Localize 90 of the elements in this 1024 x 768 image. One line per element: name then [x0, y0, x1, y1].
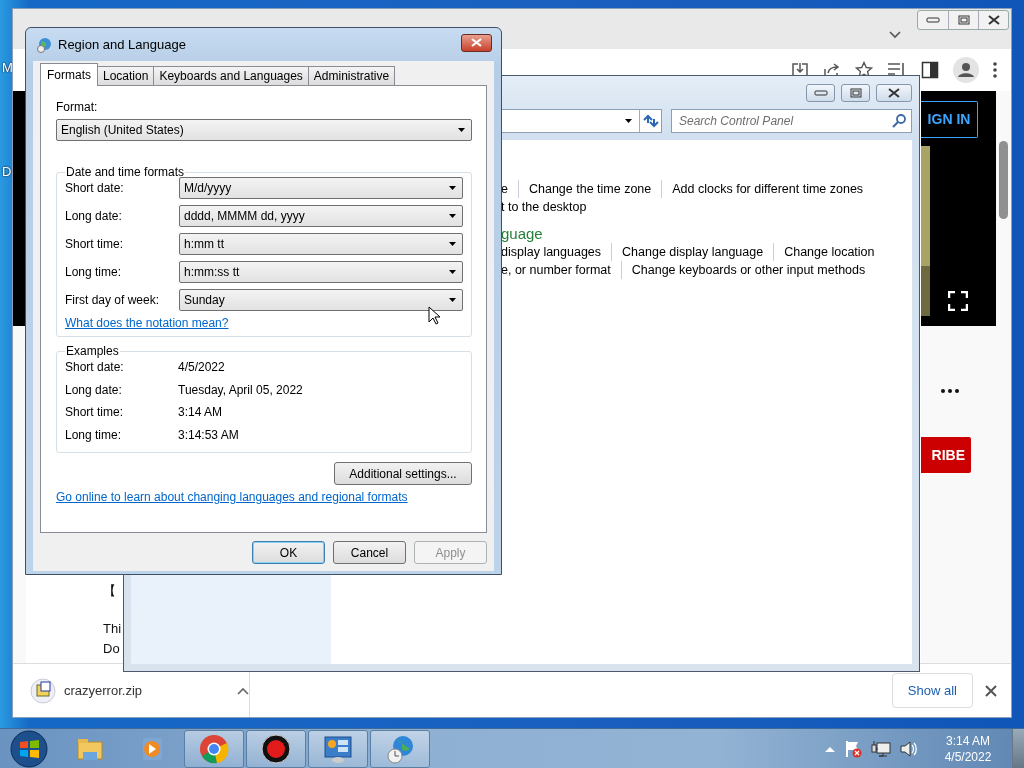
caret-icon[interactable]	[237, 686, 249, 695]
help-link[interactable]: Go online to learn about changing languages and regional formats	[56, 490, 408, 504]
format-dropdown[interactable]: M/d/yyyy	[179, 177, 463, 199]
settings-link[interactable]: Change location	[773, 243, 885, 261]
example-value: 3:14 AM	[178, 405, 223, 420]
close-icon[interactable]	[985, 684, 997, 697]
caret-icon	[449, 269, 457, 275]
tab[interactable]: Formats	[40, 63, 98, 86]
page-text: Do	[103, 640, 121, 658]
page-text: Thi	[103, 620, 123, 638]
search-field[interactable]: Search Control Panel	[671, 109, 912, 133]
settings-link[interactable]: Change the time zone	[517, 180, 662, 198]
group-title: Examples	[65, 344, 120, 358]
field-label: First day of week:	[65, 293, 161, 307]
fullscreen-icon[interactable]	[948, 291, 968, 311]
format-dropdown[interactable]: h:mm:ss tt	[179, 261, 463, 283]
field-label: Long date:	[65, 209, 123, 223]
cursor-icon	[428, 306, 441, 325]
close-button[interactable]	[461, 33, 492, 52]
field-label: Long time:	[65, 265, 123, 279]
tab[interactable]: Keyboards and Languages	[153, 66, 309, 85]
caret-icon	[625, 118, 633, 124]
caret-icon	[449, 241, 457, 247]
close-icon	[471, 38, 482, 47]
settings-link[interactable]: Change display language	[611, 243, 774, 261]
category-heading[interactable]: guage	[501, 225, 912, 243]
maximize-icon	[849, 88, 862, 98]
caret-icon	[449, 297, 457, 303]
dialog-button[interactable]: OK	[252, 541, 325, 564]
format-dropdown[interactable]: Sunday	[179, 289, 463, 311]
action-center-icon[interactable]	[844, 739, 862, 758]
page-text: 【	[103, 582, 117, 600]
zip-file-icon	[30, 677, 56, 704]
settings-link[interactable]: e	[501, 180, 518, 198]
tab[interactable]: Location	[97, 66, 155, 85]
sign-in-button[interactable]: IGN IN	[921, 101, 978, 138]
field-label: Long time:	[65, 427, 123, 442]
minimize-button[interactable]	[806, 84, 835, 102]
subscribe-button[interactable]: RIBE	[921, 437, 971, 473]
show-all-button[interactable]: Show all	[891, 672, 973, 709]
field-label: Short time:	[65, 237, 125, 251]
network-icon[interactable]	[871, 739, 891, 758]
caret-icon	[449, 185, 457, 191]
help-link[interactable]: What does the notation mean?	[65, 316, 229, 330]
minimize-icon	[813, 90, 828, 96]
field-label: Short date:	[65, 181, 125, 195]
dialog-button[interactable]: Cancel	[333, 541, 406, 564]
maximize-icon	[957, 15, 970, 25]
browser-icon	[199, 733, 229, 764]
example-value: Tuesday, April 05, 2022	[178, 382, 303, 397]
field-label: Short date:	[65, 360, 125, 375]
refresh-icon[interactable]	[642, 114, 659, 128]
maximize-button[interactable]	[841, 84, 870, 102]
additional-settings-button[interactable]: Additional settings...	[334, 462, 472, 485]
window-title: Region and Language	[58, 35, 187, 54]
download-item[interactable]: crazyerror.zip	[64, 680, 229, 701]
side-panel-icon[interactable]	[921, 61, 939, 79]
caret-icon	[458, 127, 466, 133]
record-icon	[261, 733, 291, 764]
show-hidden-icons-icon[interactable]	[825, 745, 835, 752]
avatar-icon[interactable]	[953, 57, 979, 83]
tab[interactable]: Administrative	[307, 66, 396, 85]
close-button[interactable]	[876, 84, 912, 102]
start-button[interactable]	[10, 729, 48, 768]
taskbar-button[interactable]	[246, 729, 306, 768]
volume-icon[interactable]	[900, 740, 918, 757]
minimize-icon	[926, 17, 940, 23]
field-label: Short time:	[65, 405, 125, 420]
control-panel-icon	[323, 733, 353, 764]
format-dropdown[interactable]: dddd, MMMM dd, yyyy	[179, 205, 463, 227]
field-label: Format:	[56, 100, 99, 114]
globe-clock-icon	[385, 733, 415, 764]
settings-link[interactable]: Add clocks for different time zones	[661, 180, 874, 198]
settings-link[interactable]: display languages	[501, 243, 612, 261]
scrollbar-thumb[interactable]	[999, 141, 1008, 219]
example-value: 4/5/2022	[178, 360, 225, 375]
group-title: Date and time formats	[65, 165, 186, 179]
settings-link[interactable]: e, or number format	[501, 261, 621, 279]
field-label: Long date:	[65, 382, 123, 397]
format-dropdown[interactable]: English (United States)	[56, 119, 472, 141]
close-icon	[888, 88, 900, 98]
tab-search-icon[interactable]	[889, 31, 901, 39]
settings-link[interactable]: Change keyboards or other input methods	[620, 261, 876, 279]
more-icon[interactable]	[993, 62, 997, 78]
globe-icon	[36, 36, 52, 53]
more-icon[interactable]	[941, 389, 959, 393]
close-icon	[987, 15, 1000, 25]
example-value: 3:14:53 AM	[178, 427, 239, 442]
format-dropdown[interactable]: h:mm tt	[179, 233, 463, 255]
caret-icon	[449, 213, 457, 219]
